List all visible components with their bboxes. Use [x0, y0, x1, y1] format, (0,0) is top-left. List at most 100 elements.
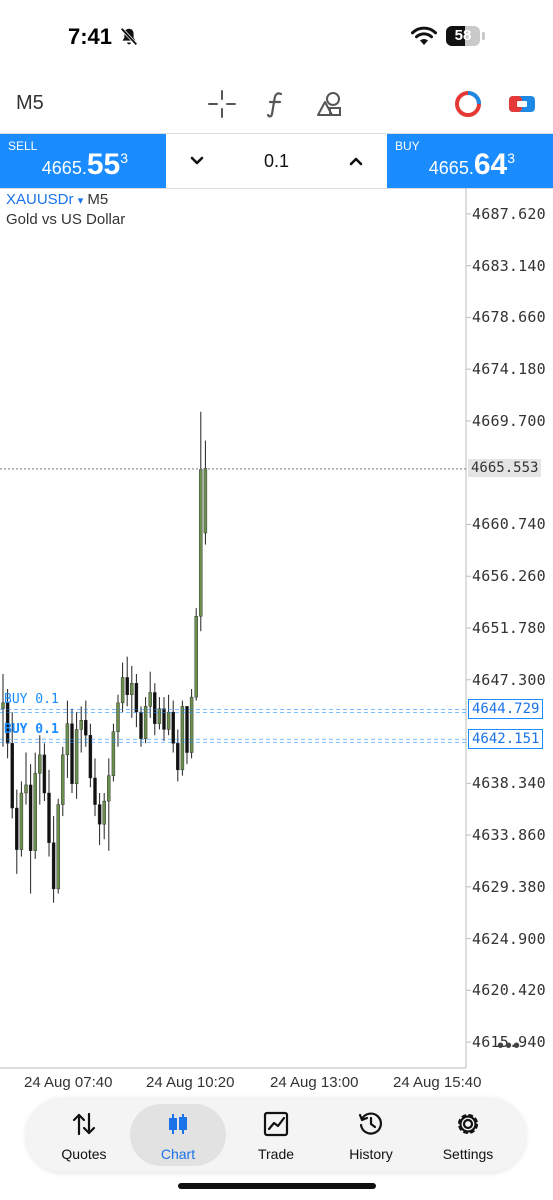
price-axis-label: 4647.300 [472, 670, 546, 689]
candle-bearish [28, 784, 33, 851]
candle-bearish [42, 754, 47, 794]
sell-price-big: 55 [86, 148, 121, 181]
battery-level: 58 [454, 27, 472, 44]
price-axis-label: 4620.420 [472, 981, 546, 1000]
price-axis-label: 4660.740 [472, 515, 546, 534]
nav-chart[interactable]: Chart [130, 1104, 226, 1166]
time-axis-label: 24 Aug 15:40 [393, 1074, 482, 1091]
candle-bearish [134, 683, 139, 713]
symbol-selector[interactable]: XAUUSDr ▾ M5 [6, 191, 108, 208]
price-axis-label: 4656.260 [472, 567, 546, 586]
order-label[interactable]: BUY 0.1 [4, 722, 59, 737]
price-axis-label: 4651.780 [472, 619, 546, 637]
timeframe-selector[interactable]: M5 [16, 92, 44, 115]
chart-icon [169, 1114, 187, 1134]
candle-bullish [199, 469, 203, 617]
chart-toolbar: M5 [0, 80, 553, 130]
nav-history[interactable]: History [323, 1104, 419, 1166]
symbol-description: Gold vs US Dollar [6, 211, 126, 228]
battery-indicator: 58 [446, 26, 486, 46]
one-click-trade-panel: SELL 4665.553 0.1 BUY 4665.643 [0, 133, 553, 189]
quotes-icon [72, 1112, 96, 1136]
candle-bullish [24, 784, 28, 794]
nav-label: Chart [160, 1146, 196, 1162]
candle-bullish [111, 731, 116, 776]
bell-muted-icon [120, 27, 138, 46]
symbol-name: XAUUSDr [6, 191, 74, 208]
candle-bearish [47, 792, 51, 843]
buy-label: BUY [395, 139, 420, 153]
sell-price: 4665.553 [42, 148, 128, 182]
nav-label: Quotes [61, 1146, 107, 1162]
candle-bearish [84, 720, 88, 736]
candle-bearish [70, 723, 74, 784]
price-axis-label: 4638.340 [472, 774, 546, 793]
candle-bullish [180, 706, 185, 771]
buy-button[interactable]: BUY 4665.643 [387, 134, 553, 188]
candle-bearish [171, 711, 175, 744]
more-options-icon[interactable]: ••• [497, 1035, 521, 1058]
nav-quotes[interactable]: Quotes [36, 1104, 132, 1166]
objects-icon[interactable] [314, 88, 346, 120]
candle-bearish [97, 804, 102, 825]
candle-bullish [56, 804, 60, 890]
sell-price-sup: 3 [120, 150, 128, 166]
candle-bullish [102, 800, 106, 825]
candle-bullish [38, 754, 42, 774]
order-price-tag: 4642.151 [468, 729, 544, 750]
buy-price: 4665.643 [429, 148, 515, 182]
candle-bearish [162, 708, 166, 730]
symbol-dropdown-icon: ▾ [77, 195, 84, 207]
candle-bullish [120, 677, 125, 704]
order-price-tag: 4644.729 [468, 699, 544, 720]
nav-label: Settings [442, 1146, 494, 1162]
indicators-icon[interactable] [260, 88, 292, 120]
nav-trade[interactable]: Trade [228, 1104, 324, 1166]
price-axis-label: 4629.380 [472, 877, 546, 896]
candle-bearish [15, 807, 19, 850]
price-axis-label: 4669.700 [472, 411, 546, 430]
candle-bullish [19, 792, 24, 850]
settings-icon [457, 1113, 479, 1135]
crosshair-icon[interactable] [206, 88, 238, 120]
candle-bullish [61, 754, 65, 805]
time-axis-label: 24 Aug 07:40 [24, 1074, 113, 1091]
candle-bullish [194, 616, 198, 698]
status-time: 7:41 [68, 24, 113, 49]
candle-bullish [166, 711, 171, 730]
candlestick-chart[interactable] [0, 188, 553, 1078]
candle-bearish [93, 777, 97, 805]
sell-button[interactable]: SELL 4665.553 [0, 134, 166, 188]
price-axis-label: 4687.620 [472, 204, 546, 223]
candle-bearish [51, 842, 56, 890]
candle-bullish [143, 706, 148, 739]
trade-levels-icon[interactable] [506, 88, 538, 120]
candle-bullish [203, 468, 208, 534]
volume-stepper: 0.1 [166, 134, 387, 188]
candle-bullish [130, 683, 134, 695]
candle-bearish [125, 677, 129, 695]
buy-price-sup: 3 [507, 150, 515, 166]
nav-label: Trade [257, 1146, 295, 1162]
price-axis-label: 4633.860 [472, 826, 546, 845]
price-chart[interactable]: XAUUSDr ▾ M5 Gold vs US Dollar 4687.620 4… [0, 188, 553, 1091]
candle-bearish [153, 692, 157, 724]
candle-bullish [74, 729, 79, 784]
sell-label: SELL [8, 139, 38, 153]
nav-settings[interactable]: Settings [420, 1104, 516, 1166]
time-axis-label: 24 Aug 10:20 [146, 1074, 235, 1091]
home-indicator [178, 1183, 376, 1189]
candle-bullish [189, 696, 194, 753]
candle-bearish [88, 735, 93, 779]
order-label[interactable]: BUY 0.1 [4, 692, 59, 707]
chevron-up-icon[interactable] [347, 152, 365, 170]
candle-bearish [185, 706, 189, 753]
candle-bullish [107, 775, 111, 802]
candle-bullish [33, 773, 37, 851]
current-price-tag: 4665.553 [468, 458, 542, 477]
one-click-trading-icon[interactable] [452, 88, 484, 120]
candle-bullish [148, 692, 152, 707]
candle-bearish [10, 743, 14, 809]
sell-price-main: 4665. [41, 158, 87, 178]
price-axis-label: 4674.180 [472, 360, 546, 379]
